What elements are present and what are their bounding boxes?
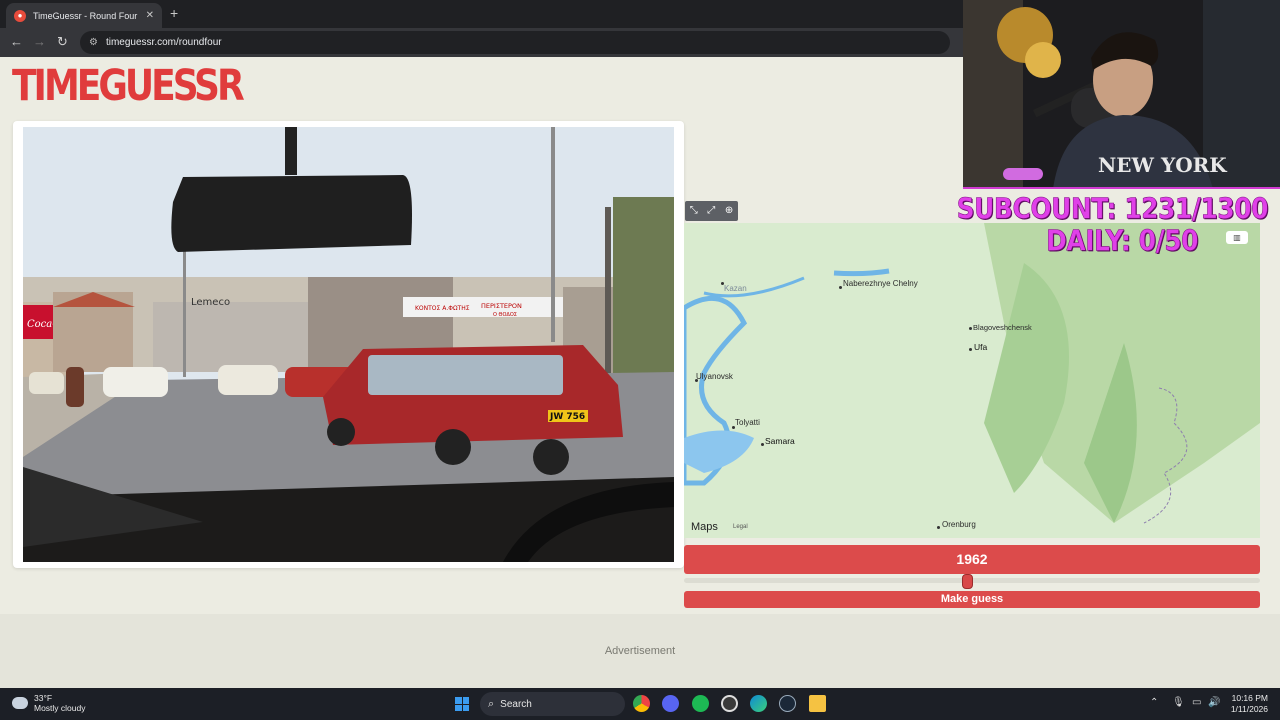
license-plate-text: JW 756 [549, 412, 585, 422]
year-slider-handle[interactable] [962, 574, 974, 589]
map-layer-button[interactable]: ▥ [1226, 231, 1248, 244]
sweatshirt-text: NEW YORK [1098, 153, 1227, 177]
address-bar[interactable]: ⚙ timeguessr.com/roundfour [80, 31, 950, 54]
year-display: 1962 [684, 545, 1260, 574]
lemeco-sign: Lemeco [191, 297, 230, 308]
map-label-blagoveshchensk: Blagoveshchensk [973, 323, 1032, 332]
map-dot [721, 282, 724, 285]
steam-app-icon[interactable] [779, 695, 796, 712]
url-text: timeguessr.com/roundfour [105, 37, 222, 48]
map-controls: ⤡ ⤢ ⊕ [685, 201, 738, 221]
close-tab-icon[interactable]: ✕ [146, 10, 154, 21]
reload-button[interactable]: ↻ [57, 34, 68, 50]
tray-chevron-icon[interactable]: ⌃ [1150, 697, 1158, 708]
site-settings-icon[interactable]: ⚙ [89, 37, 98, 48]
windows-taskbar: 33°F Mostly cloudy ⌕ Search ⌃ 🎙 ▭ 🔊 10:1… [0, 688, 1280, 720]
map-terrain [684, 223, 1260, 538]
weather-condition: Mostly cloudy [34, 703, 86, 713]
map-label-kazan: Kazan [724, 284, 747, 293]
street-scene-illustration: Coca-Cola Lemeco ΚΟΝΤΟΣ Α.ΦΩΤΗΣ ΠΕΡΙΣΤΕΡ… [23, 127, 674, 562]
round-photo: Coca-Cola Lemeco ΚΟΝΤΟΣ Α.ΦΩΤΗΣ ΠΕΡΙΣΤΕΡ… [23, 127, 674, 562]
new-tab-button[interactable]: + [170, 5, 178, 21]
weather-widget[interactable]: 33°F Mostly cloudy [12, 693, 86, 713]
map-label-samara: Samara [765, 436, 795, 446]
apple-maps-logo: Maps [691, 521, 718, 533]
tab-title: TimeGuessr - Round Four [33, 10, 138, 21]
advertisement-label: Advertisement [604, 645, 676, 657]
map-legal-link[interactable]: Legal [733, 524, 748, 530]
timeguessr-logo[interactable]: TIMEGUESSR [12, 65, 245, 108]
daily-overlay: DAILY: 0/50 [1046, 224, 1199, 258]
timeguessr-favicon-icon: ● [14, 9, 26, 22]
map-dot [761, 443, 764, 446]
obs-app-icon[interactable] [721, 695, 738, 712]
map-dot [969, 348, 972, 351]
chrome-app-icon[interactable] [633, 695, 650, 712]
webcam-feed-illustration: NEW YORK [963, 0, 1280, 187]
year-slider[interactable] [684, 574, 1260, 589]
clock-time: 10:16 PM [1231, 693, 1268, 703]
taskbar-search-label: Search [500, 698, 532, 710]
forward-button[interactable]: → [33, 34, 46, 50]
map-dot [937, 526, 940, 529]
map-dot [839, 286, 842, 289]
taskbar-clock[interactable]: 10:16 PM 1/11/2026 [1231, 693, 1268, 715]
network-icon[interactable]: ▭ [1192, 697, 1201, 708]
map-shrink-icon[interactable]: ⤡ [690, 205, 698, 217]
search-icon: ⌕ [488, 697, 495, 710]
guess-map[interactable]: Kazan Naberezhnye Chelny Blagoveshchensk… [684, 223, 1260, 538]
weather-temperature: 33°F [34, 693, 53, 703]
microphone-icon[interactable]: 🎙 [1172, 697, 1185, 708]
cloudy-weather-icon [12, 697, 28, 709]
map-dot [969, 327, 972, 330]
file-explorer-icon[interactable] [809, 695, 826, 712]
map-pin-icon[interactable]: ⊕ [725, 205, 733, 217]
map-label-naberezhnye-chelny: Naberezhnye Chelny [843, 279, 918, 288]
windows-start-icon[interactable] [455, 697, 469, 711]
shop-banner-left-text: ΚΟΝΤΟΣ Α.ΦΩΤΗΣ [415, 305, 470, 312]
map-label-tolyatti: Tolyatti [735, 418, 760, 427]
browser-tab[interactable]: ● TimeGuessr - Round Four ✕ [6, 3, 162, 28]
map-expand-icon[interactable]: ⤢ [707, 205, 715, 217]
clock-date: 1/11/2026 [1230, 704, 1268, 714]
back-button[interactable]: ← [10, 34, 23, 50]
volume-icon[interactable]: 🔊 [1208, 697, 1220, 708]
photo-card: Coca-Cola Lemeco ΚΟΝΤΟΣ Α.ΦΩΤΗΣ ΠΕΡΙΣΤΕΡ… [13, 121, 684, 568]
discord-app-icon[interactable] [662, 695, 679, 712]
map-label-orenburg: Orenburg [942, 520, 976, 529]
taskbar-search[interactable]: ⌕ Search [480, 692, 625, 716]
map-label-ulyanovsk: Ulyanovsk [696, 372, 733, 381]
streamer-webcam: NEW YORK [963, 0, 1280, 189]
shop-banner-right-text: ΠΕΡΙΣΤΕΡΟΝ [481, 302, 522, 310]
advertisement-area: Advertisement [0, 614, 1280, 688]
spotify-app-icon[interactable] [692, 695, 709, 712]
make-guess-button[interactable]: Make guess [684, 591, 1260, 608]
subcount-overlay: SUBCOUNT: 1231/1300 [956, 192, 1268, 226]
edge-app-icon[interactable] [750, 695, 767, 712]
map-label-ufa: Ufa [974, 342, 988, 352]
shop-banner-sub-text: Ο ΘΟΔΟΣ [493, 312, 517, 318]
